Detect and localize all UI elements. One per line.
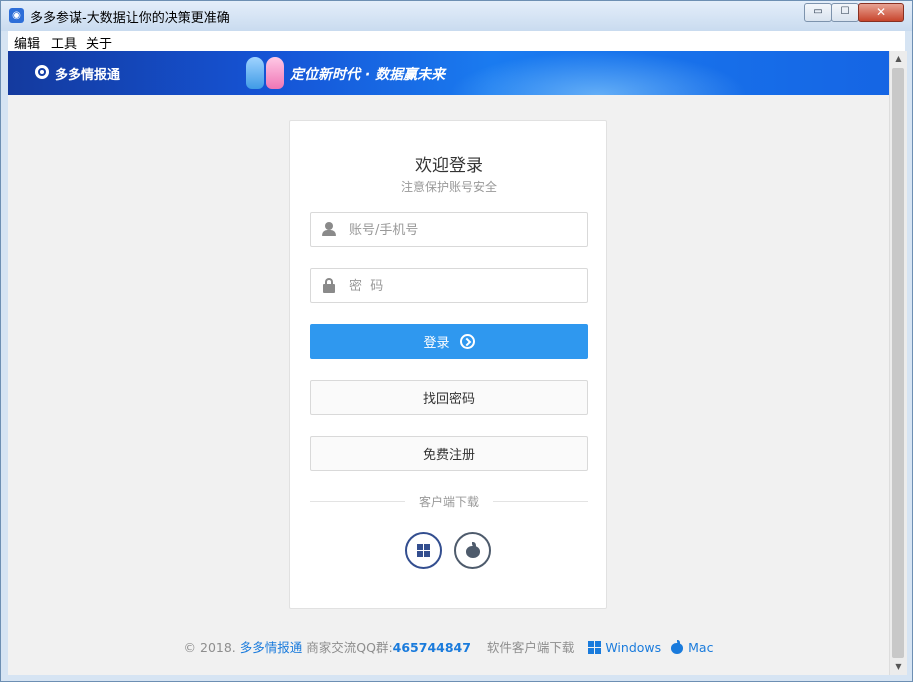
download-label: 软件客户端下载	[487, 640, 575, 655]
menu-edit[interactable]: 编辑	[14, 33, 40, 52]
apple-icon	[465, 542, 481, 559]
title-bar[interactable]: ◉ 多多参谋-大数据让你的决策更准确 ▭ ☐ ✕	[1, 1, 912, 31]
footer-mac-link[interactable]: Mac	[688, 640, 713, 655]
footer-brand-link[interactable]: 多多情报通	[240, 640, 303, 655]
app-logo-icon: ◉	[9, 8, 24, 23]
qq-number[interactable]: 465744847	[393, 640, 471, 655]
menu-bar: 编辑 工具 关于	[8, 31, 905, 52]
header-banner: 多多情报通 定位新时代 · 数据赢未来	[8, 51, 889, 95]
password-input[interactable]	[347, 269, 581, 304]
footer-windows-link[interactable]: Windows	[605, 640, 661, 655]
password-field[interactable]	[310, 268, 588, 303]
banner-slogan: 定位新时代 · 数据赢未来	[290, 64, 445, 84]
banner-glow	[448, 51, 748, 95]
login-title: 欢迎登录	[290, 151, 608, 176]
footer: © 2018. 多多情报通 商家交流QQ群:465744847 软件客户端下载 …	[8, 637, 889, 656]
footer-windows-icon	[588, 641, 601, 654]
main-content: 欢迎登录 注意保护账号安全 登录 找回密码 免费注册 客户端下载	[8, 95, 889, 675]
mac-download-button[interactable]	[454, 532, 491, 569]
qq-label: 商家交流QQ群:	[306, 640, 392, 655]
scroll-thumb[interactable]	[892, 68, 904, 658]
login-button-label: 登录	[423, 332, 449, 351]
brand-logo-icon	[35, 65, 49, 79]
minimize-button[interactable]: ▭	[804, 3, 832, 22]
maximize-button[interactable]: ☐	[831, 3, 859, 22]
window-title: 多多参谋-大数据让你的决策更准确	[30, 7, 230, 26]
copyright-text: © 2018.	[184, 640, 236, 655]
lock-icon	[323, 278, 335, 293]
register-button[interactable]: 免费注册	[310, 436, 588, 471]
vertical-scrollbar[interactable]: ▲ ▼	[889, 51, 907, 675]
menu-about[interactable]: 关于	[86, 33, 112, 52]
windows-icon	[417, 544, 431, 558]
menu-tools[interactable]: 工具	[51, 33, 77, 52]
login-subtitle: 注意保护账号安全	[290, 178, 608, 195]
account-input[interactable]	[347, 213, 581, 248]
mascot-pink-icon	[266, 57, 284, 89]
login-button[interactable]: 登录	[310, 324, 588, 359]
arrow-right-circle-icon	[460, 334, 475, 349]
windows-download-button[interactable]	[405, 532, 442, 569]
user-icon	[322, 222, 336, 236]
scroll-down-arrow-icon[interactable]: ▼	[890, 659, 907, 675]
account-field[interactable]	[310, 212, 588, 247]
forgot-password-button[interactable]: 找回密码	[310, 380, 588, 415]
brand-name: 多多情报通	[55, 64, 120, 83]
app-window: ◉ 多多参谋-大数据让你的决策更准确 ▭ ☐ ✕ 编辑 工具 关于 多多情报通 …	[0, 0, 913, 682]
close-button[interactable]: ✕	[858, 3, 904, 22]
login-card: 欢迎登录 注意保护账号安全 登录 找回密码 免费注册 客户端下载	[289, 120, 607, 609]
footer-apple-icon	[671, 640, 683, 654]
window-controls: ▭ ☐ ✕	[805, 3, 904, 22]
mascot-blue-icon	[246, 57, 264, 89]
scroll-up-arrow-icon[interactable]: ▲	[890, 51, 907, 67]
divider-right	[493, 501, 588, 502]
